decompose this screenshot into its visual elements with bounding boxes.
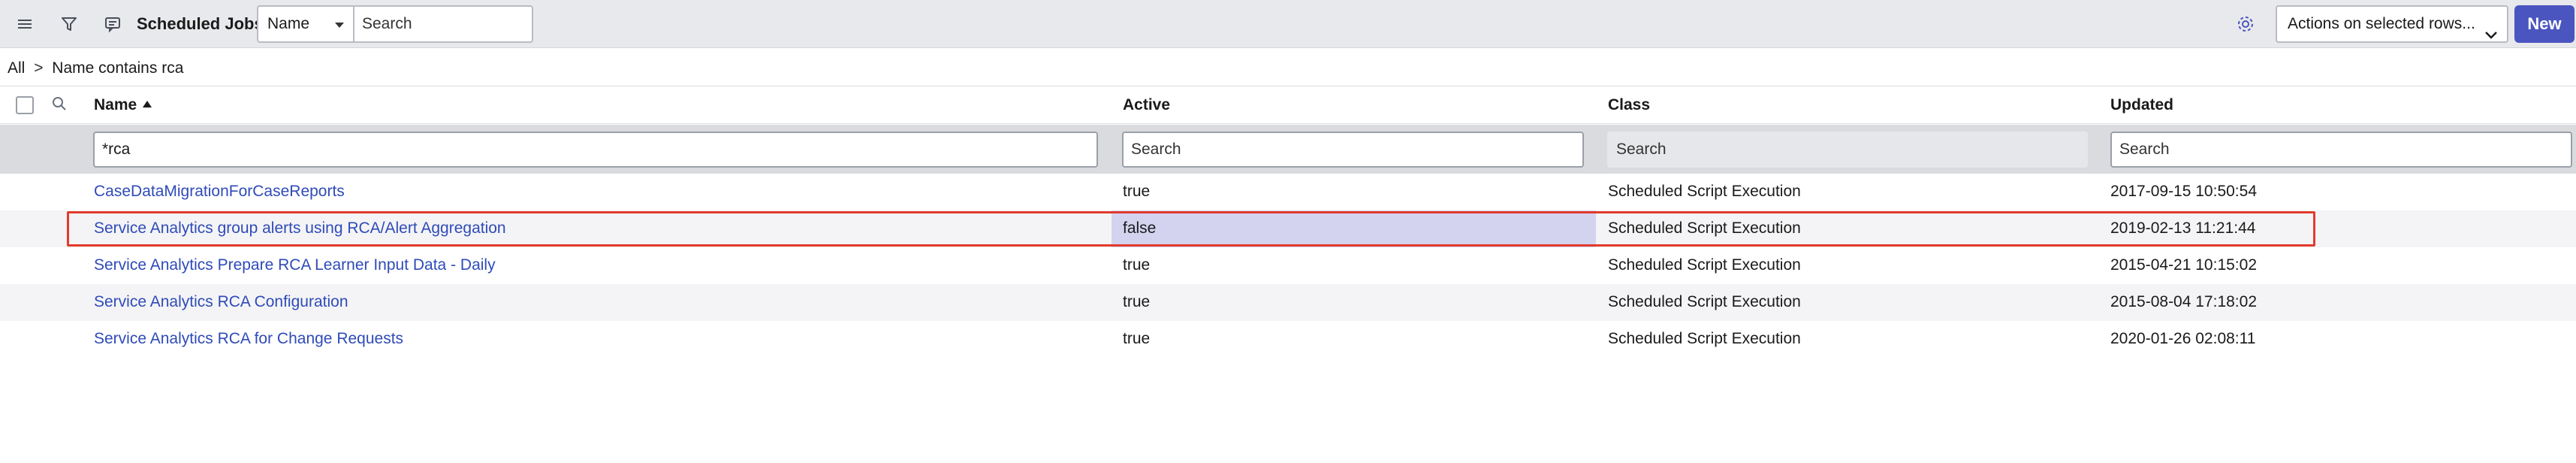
updated-filter-input[interactable] [2110, 132, 2572, 168]
list-header: Scheduled Jobs Name Actions on selected … [0, 0, 2576, 48]
row-name-link[interactable]: CaseDataMigrationForCaseReports [94, 183, 345, 201]
breadcrumb-condition[interactable]: Name contains rca [52, 59, 183, 77]
column-header-name[interactable]: Name [94, 96, 152, 114]
row-class[interactable]: Scheduled Script Execution [1608, 330, 1801, 348]
breadcrumb: All > Name contains rca [8, 59, 188, 77]
row-class[interactable]: Scheduled Script Execution [1608, 256, 1801, 274]
row-active[interactable]: true [1123, 256, 1150, 274]
breadcrumb-all[interactable]: All [8, 59, 25, 77]
row-class[interactable]: Scheduled Script Execution [1608, 293, 1801, 311]
row-name-link[interactable]: Service Analytics group alerts using RCA… [94, 219, 506, 238]
row-updated[interactable]: 2019-02-13 11:21:44 [2110, 219, 2255, 238]
column-header-class[interactable]: Class [1608, 96, 1650, 114]
table-row: Service Analytics RCA Configuration true… [0, 284, 2576, 321]
name-filter-input[interactable] [93, 132, 1098, 168]
row-name-link[interactable]: Service Analytics RCA for Change Request… [94, 330, 403, 348]
search-field-select-value: Name [267, 15, 310, 32]
column-header-updated[interactable]: Updated [2110, 96, 2173, 114]
actions-select-value: Actions on selected rows... [2288, 15, 2475, 32]
column-header-active[interactable]: Active [1123, 96, 1170, 114]
sort-ascending-icon [143, 101, 152, 107]
row-active[interactable]: true [1123, 330, 1150, 348]
selected-cell [1112, 210, 1596, 247]
row-class[interactable]: Scheduled Script Execution [1608, 183, 1801, 201]
page-title: Scheduled Jobs [137, 14, 264, 33]
select-all-checkbox[interactable] [16, 96, 34, 114]
row-name-link[interactable]: Service Analytics Prepare RCA Learner In… [94, 256, 496, 274]
row-class[interactable]: Scheduled Script Execution [1608, 219, 1801, 238]
search-icon[interactable] [51, 95, 68, 117]
list-search-input[interactable] [353, 5, 533, 43]
table-row: Service Analytics Prepare RCA Learner In… [0, 247, 2576, 284]
gear-icon[interactable] [2231, 9, 2261, 39]
column-filter-row [0, 125, 2576, 174]
table-row: Service Analytics group alerts using RCA… [0, 210, 2576, 247]
new-button[interactable]: New [2514, 5, 2574, 43]
breadcrumb-separator: > [34, 59, 44, 77]
filter-icon[interactable] [54, 9, 84, 39]
caret-down-icon [335, 23, 344, 28]
column-header-name-label: Name [94, 96, 137, 113]
chevron-down-icon [2484, 19, 2498, 53]
context-menu-icon[interactable] [98, 9, 128, 39]
hamburger-menu-icon[interactable] [11, 9, 41, 39]
row-active[interactable]: false [1123, 219, 1156, 238]
table-header-row: Name Active Class Updated [0, 86, 2576, 124]
row-name-link[interactable]: Service Analytics RCA Configuration [94, 293, 348, 311]
actions-select[interactable]: Actions on selected rows... [2276, 5, 2508, 43]
row-updated[interactable]: 2020-01-26 02:08:11 [2110, 330, 2255, 348]
row-updated[interactable]: 2015-04-21 10:15:02 [2110, 256, 2257, 274]
search-field-select[interactable]: Name [257, 5, 354, 43]
table-row: CaseDataMigrationForCaseReports true Sch… [0, 174, 2576, 210]
row-active[interactable]: true [1123, 293, 1150, 311]
row-updated[interactable]: 2017-09-15 10:50:54 [2110, 183, 2257, 201]
table-row: Service Analytics RCA for Change Request… [0, 321, 2576, 358]
row-updated[interactable]: 2015-08-04 17:18:02 [2110, 293, 2257, 311]
row-active[interactable]: true [1123, 183, 1150, 201]
active-filter-input[interactable] [1122, 132, 1584, 168]
class-filter-input [1607, 132, 2088, 168]
